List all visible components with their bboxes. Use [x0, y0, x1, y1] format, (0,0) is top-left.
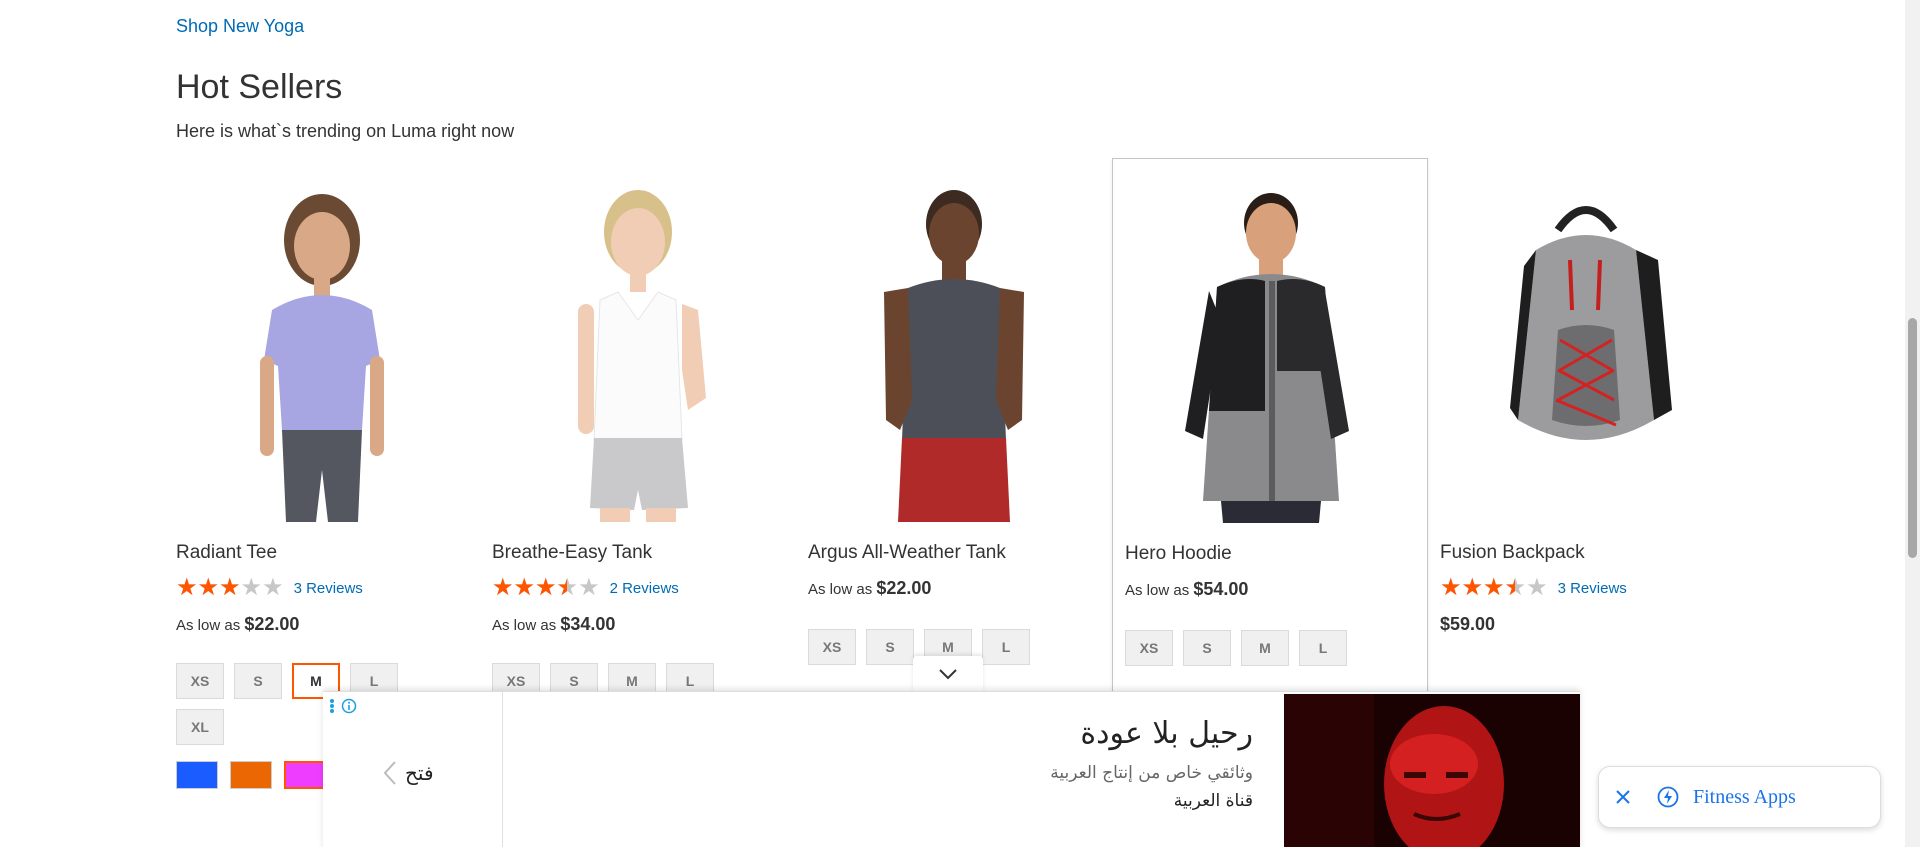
- rating-stars: ★★★★★★★★★★: [1440, 574, 1548, 601]
- rating-stars: ★★★★★★★★★★: [176, 574, 284, 601]
- ad-choices[interactable]: [329, 698, 357, 714]
- price-prefix: As low as: [808, 581, 873, 598]
- product-name[interactable]: Argus All-Weather Tank: [808, 542, 1100, 564]
- size-swatches: XS S M L: [1125, 630, 1365, 666]
- price-prefix: As low as: [176, 617, 241, 634]
- ad-portrait-image: [1284, 694, 1580, 847]
- product-image-radiant-tee[interactable]: [176, 170, 468, 522]
- price-prefix: As low as: [1125, 582, 1190, 599]
- fitness-apps-label[interactable]: Fitness Apps: [1693, 786, 1796, 809]
- vertical-scrollbar[interactable]: [1905, 0, 1920, 847]
- product-name[interactable]: Hero Hoodie: [1125, 543, 1415, 565]
- product-image-hero-hoodie[interactable]: [1125, 171, 1417, 523]
- woman-tee-image: [260, 194, 384, 522]
- man-tank-image: [884, 190, 1024, 522]
- lightning-icon: [1657, 786, 1679, 808]
- price-amount: $22.00: [244, 614, 300, 634]
- ad-description: وثائقي خاص من إنتاج العربية: [1050, 763, 1253, 783]
- product-price: As low as $34.00: [492, 614, 784, 635]
- price-prefix: As low as: [492, 617, 557, 634]
- reviews-link[interactable]: 3 Reviews: [294, 580, 363, 597]
- scrollbar-thumb[interactable]: [1908, 318, 1917, 558]
- size-swatch-xl[interactable]: XL: [176, 709, 224, 745]
- ad-text[interactable]: رحيل بلا عودة وثائقي خاص من إنتاج العربي…: [543, 716, 1253, 811]
- chevron-down-icon: [939, 669, 957, 680]
- size-swatch-s[interactable]: S: [866, 629, 914, 665]
- size-swatch-s[interactable]: S: [1183, 630, 1231, 666]
- ad-source: قناة العربية: [1173, 791, 1253, 811]
- size-swatch-xs[interactable]: XS: [176, 663, 224, 699]
- man-hoodie-image: [1185, 193, 1349, 523]
- price-amount: $54.00: [1193, 579, 1249, 599]
- color-swatch-orange[interactable]: [230, 761, 272, 789]
- product-name[interactable]: Fusion Backpack: [1440, 542, 1732, 564]
- section-subtitle: Here is what`s trending on Luma right no…: [176, 121, 515, 141]
- size-swatch-s[interactable]: S: [234, 663, 282, 699]
- size-swatch-l[interactable]: L: [982, 629, 1030, 665]
- ad-headline[interactable]: رحيل بلا عودة: [543, 716, 1253, 751]
- ad-image[interactable]: [1284, 694, 1580, 847]
- ad-collapse-button[interactable]: [913, 656, 983, 692]
- ad-open-label: فتح: [405, 761, 434, 785]
- color-swatch-blue[interactable]: [176, 761, 218, 789]
- more-options-icon[interactable]: [329, 698, 335, 714]
- ad-banner[interactable]: فتح رحيل بلا عودة وثائقي خاص من إنتاج ال…: [323, 691, 1580, 847]
- color-swatch-purple[interactable]: [284, 761, 326, 789]
- shop-new-yoga-link[interactable]: Shop New Yoga: [176, 16, 304, 37]
- reviews-link[interactable]: 2 Reviews: [610, 580, 679, 597]
- close-icon[interactable]: [1615, 789, 1631, 805]
- price-amount: $22.00: [876, 578, 932, 598]
- section-title: Hot Sellers: [176, 68, 343, 106]
- product-name[interactable]: Breathe-Easy Tank: [492, 542, 784, 564]
- ad-info-icon[interactable]: [341, 698, 357, 714]
- size-swatch-l[interactable]: L: [1299, 630, 1347, 666]
- product-price: As low as $54.00: [1125, 579, 1415, 600]
- backpack-image: [1510, 206, 1672, 440]
- product-rating: ★★★★★★★★★★ 3 Reviews: [1440, 576, 1732, 600]
- rating-stars: ★★★★★★★★★★: [492, 574, 600, 601]
- size-swatch-xs[interactable]: XS: [808, 629, 856, 665]
- ad-left-panel: فتح: [323, 692, 503, 847]
- page: Shop New Yoga Hot Sellers Here is what`s…: [0, 0, 1905, 847]
- price-amount: $59.00: [1440, 614, 1496, 634]
- size-swatch-m[interactable]: M: [1241, 630, 1289, 666]
- size-swatch-xs[interactable]: XS: [1125, 630, 1173, 666]
- product-image-breathe-easy-tank[interactable]: [492, 170, 784, 522]
- product-name[interactable]: Radiant Tee: [176, 542, 468, 564]
- woman-tank-image: [578, 190, 706, 522]
- product-image-fusion-backpack[interactable]: [1440, 170, 1732, 522]
- product-rating: ★★★★★★★★★★ 3 Reviews: [176, 576, 468, 600]
- product-image-argus-tank[interactable]: [808, 170, 1100, 522]
- product-price: As low as $22.00: [808, 578, 1100, 599]
- fitness-apps-chip[interactable]: Fitness Apps: [1598, 766, 1881, 828]
- reviews-link[interactable]: 3 Reviews: [1558, 580, 1627, 597]
- product-rating: ★★★★★★★★★★ 2 Reviews: [492, 576, 784, 600]
- product-price: $59.00: [1440, 614, 1732, 635]
- product-price: As low as $22.00: [176, 614, 468, 635]
- ad-open-button[interactable]: فتح: [383, 760, 434, 786]
- price-amount: $34.00: [560, 614, 616, 634]
- chevron-left-icon: [383, 761, 396, 785]
